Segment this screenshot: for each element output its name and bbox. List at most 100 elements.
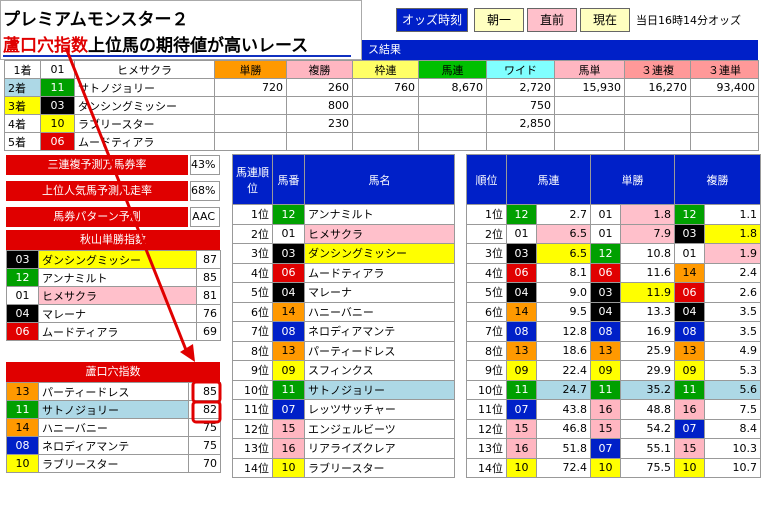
horse-number: 06	[674, 282, 705, 303]
horse-name: アンナミルト	[38, 268, 197, 287]
app-title: プレミアムモンスター２	[3, 10, 189, 30]
rank-label: 9位	[466, 360, 507, 381]
horse-number: 13	[590, 340, 621, 361]
odds-value: 1.9	[704, 243, 761, 264]
result-value	[624, 96, 691, 115]
table-row: 7位 08 ネロディアマンテ	[232, 321, 455, 342]
horse-number: 06	[6, 322, 39, 341]
horse-number: 04	[674, 301, 705, 322]
result-value	[554, 132, 625, 151]
odds-value: 7.9	[620, 223, 675, 244]
odds-value: 11.9	[620, 282, 675, 303]
result-table: 1着 01 ヒメサクラ 単勝 複勝 枠連 馬連 ワイド 馬単 ３連複 ３連単 2着 11 サトノジョリー 7…	[4, 60, 759, 151]
result-value	[554, 96, 625, 115]
rank-label: 9位	[232, 360, 273, 381]
odds-value: 35.2	[620, 379, 675, 400]
rank-label: 4位	[466, 262, 507, 283]
horse-name: ハニーバニー	[38, 418, 189, 437]
index-value: 85	[196, 268, 221, 287]
horse-name: サトノジョリー	[304, 379, 455, 400]
result-rank: 4着	[4, 114, 41, 133]
odds-value: 43.8	[536, 399, 591, 420]
result-value: 2,720	[486, 78, 555, 97]
odds-value: 18.6	[536, 340, 591, 361]
odds-value: 3.5	[704, 321, 761, 342]
index-value: 81	[196, 286, 221, 305]
horse-number: 16	[272, 438, 305, 459]
table-row: 13位 16 リアライズクレア	[232, 438, 455, 459]
result-value	[554, 114, 625, 133]
odds-value: 48.8	[620, 399, 675, 420]
result-value: 760	[352, 78, 419, 97]
horse-name: ヒメサクラ	[38, 286, 197, 305]
col-header-name: 馬名	[304, 154, 455, 205]
result-value	[690, 96, 759, 115]
horse-number: 14	[506, 301, 537, 322]
list-item: 01 ヒメサクラ 81	[6, 286, 221, 305]
odds-value: 12.8	[536, 321, 591, 342]
list-item: 13 パーティードレス 85	[6, 382, 221, 401]
result-value: 230	[286, 114, 353, 133]
table-row: 4位 06 8.1 06 11.6 14 2.4	[466, 262, 761, 283]
result-value	[352, 96, 419, 115]
akiyama-table: 03 ダンシングミッシー 87 12 アンナミルト 85 01 ヒメサクラ 81 04 マレーナ 76…	[6, 250, 221, 341]
horse-name: エンジェルビーツ	[304, 418, 455, 439]
chokuzen-button[interactable]: 直前	[527, 8, 577, 32]
odds-value: 8.1	[536, 262, 591, 283]
table-row: 9位 09 22.4 09 29.9 09 5.3	[466, 360, 761, 381]
horse-name: マレーナ	[304, 282, 455, 303]
odds-value: 6.5	[536, 243, 591, 264]
horse-name: レッツサッチャー	[304, 399, 455, 420]
horse-number: 01	[506, 223, 537, 244]
index-value: 70	[188, 454, 221, 473]
rank-label: 3位	[232, 243, 273, 264]
rank-label: 10位	[232, 379, 273, 400]
horse-number: 01	[40, 60, 75, 79]
odds-value: 72.4	[536, 457, 591, 478]
rank-label: 7位	[466, 321, 507, 342]
table-row: 8位 13 パーティードレス	[232, 340, 455, 361]
rank-label: 2位	[466, 223, 507, 244]
index-value: 87	[196, 250, 221, 269]
current-odds-time: 当日16時14分オッズ	[636, 14, 741, 27]
horse-number: 09	[590, 360, 621, 381]
result-value: 93,400	[690, 78, 759, 97]
table-row: 12位 15 エンジェルビーツ	[232, 418, 455, 439]
stat-value: AAC	[190, 207, 220, 227]
result-rank: 2着	[4, 78, 41, 97]
rank-label: 14位	[232, 457, 273, 478]
odds-value: 11.6	[620, 262, 675, 283]
table-row: 13位 16 51.8 07 55.1 15 10.3	[466, 438, 761, 459]
list-item: 04 マレーナ 76	[6, 304, 221, 323]
horse-number: 01	[272, 223, 305, 244]
result-rank: 1着	[4, 60, 41, 79]
horse-number: 14	[272, 301, 305, 322]
horse-number: 15	[272, 418, 305, 439]
horse-name: ラブリースター	[38, 454, 189, 473]
title-box: プレミアムモンスター２ 蘆口穴指数上位馬の期待値が高いレース	[0, 0, 362, 60]
table-row: 6位 14 9.5 04 13.3 04 3.5	[466, 301, 761, 322]
title-underline	[3, 55, 351, 57]
horse-number: 12	[674, 204, 705, 225]
horse-number: 03	[674, 223, 705, 244]
result-value	[418, 114, 487, 133]
horse-number: 10	[272, 457, 305, 478]
horse-name: ヒメサクラ	[304, 223, 455, 244]
rank-label: 10位	[466, 379, 507, 400]
horse-number: 07	[674, 418, 705, 439]
horse-name: ダンシングミッシー	[38, 250, 197, 269]
rank-label: 1位	[232, 204, 273, 225]
genzai-button[interactable]: 現在	[580, 8, 630, 32]
horse-name: パーティードレス	[304, 340, 455, 361]
horse-number: 15	[506, 418, 537, 439]
result-horse-name: サトノジョリー	[74, 78, 215, 97]
roguchi-title: 蘆口穴指数	[6, 362, 220, 382]
asaichi-button[interactable]: 朝一	[474, 8, 524, 32]
result-col-header: 複勝	[286, 60, 353, 79]
col-header-rank: 馬連順位	[232, 154, 273, 205]
horse-number: 08	[674, 321, 705, 342]
horse-number: 06	[272, 262, 305, 283]
rank-label: 7位	[232, 321, 273, 342]
horse-number: 09	[674, 360, 705, 381]
odds-value: 13.3	[620, 301, 675, 322]
